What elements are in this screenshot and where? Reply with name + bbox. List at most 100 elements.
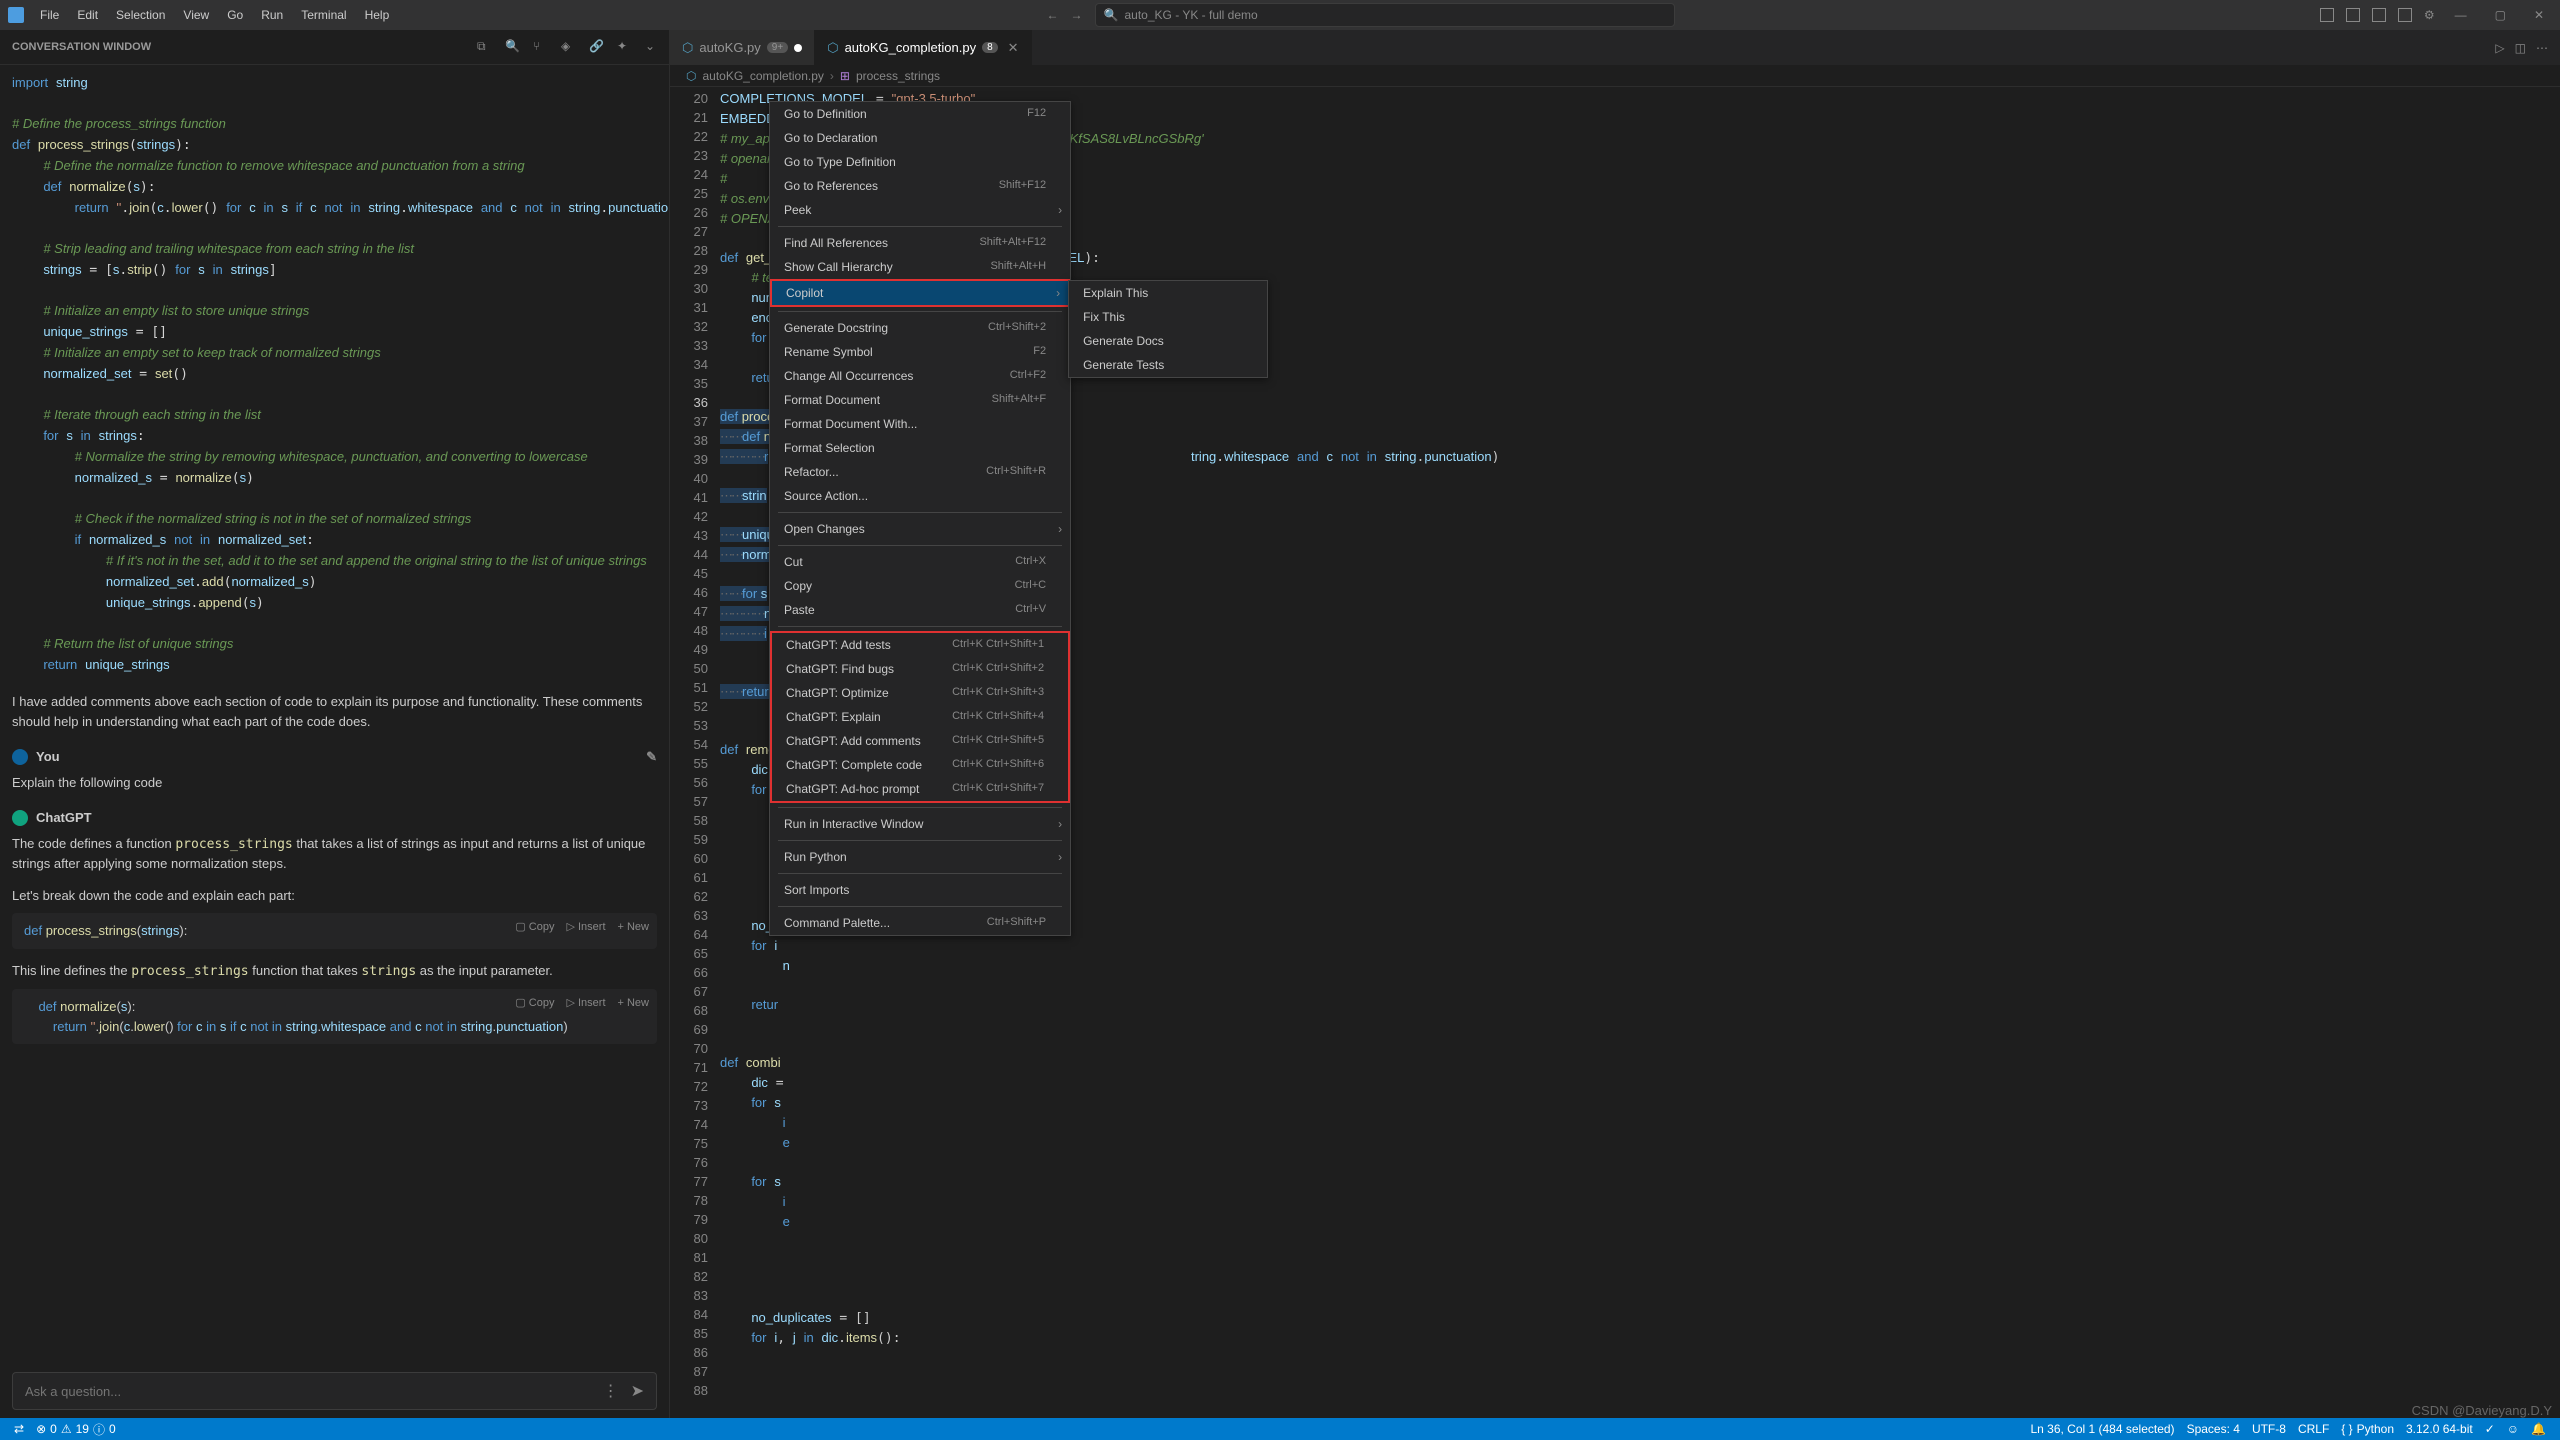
ctx-fix-this[interactable]: Fix This [1069, 305, 1267, 329]
ctx-generate-docs[interactable]: Generate Docs [1069, 329, 1267, 353]
ctx-run-interactive[interactable]: Run in Interactive Window› [770, 812, 1070, 836]
ctx-open-changes[interactable]: Open Changes› [770, 517, 1070, 541]
menu-terminal[interactable]: Terminal [293, 4, 354, 26]
ctx-chatgpt-add-comments[interactable]: ChatGPT: Add commentsCtrl+K Ctrl+Shift+5 [772, 729, 1068, 753]
copy-action[interactable]: ▢ Copy [515, 995, 554, 1012]
maximize-button[interactable]: ▢ [2487, 4, 2514, 26]
ctx-go-declaration[interactable]: Go to Declaration [770, 126, 1070, 150]
copy-action[interactable]: ▢ Copy [515, 919, 554, 936]
layout-primary-sidebar-icon[interactable] [2320, 8, 2334, 22]
ctx-cut[interactable]: CutCtrl+X [770, 550, 1070, 574]
status-spaces[interactable]: Spaces: 4 [2181, 1422, 2246, 1436]
ctx-format-document-with[interactable]: Format Document With... [770, 412, 1070, 436]
breadcrumb-file[interactable]: autoKG_completion.py [702, 69, 823, 83]
menu-run[interactable]: Run [253, 4, 291, 26]
command-center[interactable]: 🔍 auto_KG - YK - full demo [1095, 3, 1675, 27]
chat-input-box[interactable]: ⋮ ➤ [12, 1372, 657, 1410]
ctx-chatgpt-adhoc-prompt[interactable]: ChatGPT: Ad-hoc promptCtrl+K Ctrl+Shift+… [772, 777, 1068, 801]
code-display-block: import string # Define the process_strin… [12, 73, 657, 676]
ctx-go-definition[interactable]: Go to DefinitionF12 [770, 102, 1070, 126]
chatgpt-avatar-icon [12, 810, 28, 826]
split-editor-icon[interactable]: ◫ [2515, 41, 2526, 55]
nav-forward[interactable]: → [1067, 6, 1087, 24]
ctx-run-python[interactable]: Run Python› [770, 845, 1070, 869]
ctx-chatgpt-complete-code[interactable]: ChatGPT: Complete codeCtrl+K Ctrl+Shift+… [772, 753, 1068, 777]
ctx-command-palette[interactable]: Command Palette...Ctrl+Shift+P [770, 911, 1070, 935]
status-eol[interactable]: CRLF [2292, 1422, 2335, 1436]
status-prettier[interactable]: ✓ [2479, 1422, 2501, 1436]
ctx-format-selection[interactable]: Format Selection [770, 436, 1070, 460]
copy-icon[interactable]: ⧉ [477, 39, 493, 55]
ctx-find-all-references[interactable]: Find All ReferencesShift+Alt+F12 [770, 231, 1070, 255]
menu-selection[interactable]: Selection [108, 4, 173, 26]
status-remote[interactable]: ⇄ [8, 1422, 30, 1436]
insert-action[interactable]: ▷ Insert [566, 919, 605, 936]
more-icon[interactable]: ⌄ [645, 39, 661, 55]
ctx-rename-symbol[interactable]: Rename SymbolF2 [770, 340, 1070, 364]
input-options-icon[interactable]: ⋮ [603, 1381, 619, 1401]
ctx-go-type-definition[interactable]: Go to Type Definition [770, 150, 1070, 174]
ctx-generate-docstring[interactable]: Generate DocstringCtrl+Shift+2 [770, 316, 1070, 340]
ctx-chatgpt-add-tests[interactable]: ChatGPT: Add testsCtrl+K Ctrl+Shift+1 [772, 633, 1068, 657]
layout-secondary-sidebar-icon[interactable] [2372, 8, 2386, 22]
ctx-show-call-hierarchy[interactable]: Show Call HierarchyShift+Alt+H [770, 255, 1070, 279]
settings-gear-icon[interactable]: ⚙ [2424, 8, 2435, 22]
ctx-copy[interactable]: CopyCtrl+C [770, 574, 1070, 598]
link-icon[interactable]: 🔗 [589, 39, 605, 55]
status-language[interactable]: { } Python [2335, 1422, 2400, 1436]
ctx-go-references[interactable]: Go to ReferencesShift+F12 [770, 174, 1070, 198]
menu-view[interactable]: View [175, 4, 217, 26]
ctx-change-all-occurrences[interactable]: Change All OccurrencesCtrl+F2 [770, 364, 1070, 388]
minimize-button[interactable]: — [2447, 4, 2475, 26]
search-icon[interactable]: 🔍 [505, 39, 521, 55]
ctx-sort-imports[interactable]: Sort Imports [770, 878, 1070, 902]
ctx-explain-this[interactable]: Explain This [1069, 281, 1267, 305]
customize-layout-icon[interactable] [2398, 8, 2412, 22]
run-icon[interactable]: ▷ [2495, 41, 2504, 55]
tab-badge: 9+ [767, 42, 788, 53]
ctx-chatgpt-optimize[interactable]: ChatGPT: OptimizeCtrl+K Ctrl+Shift+3 [772, 681, 1068, 705]
menu-go[interactable]: Go [219, 4, 251, 26]
sparkle-icon[interactable]: ✦ [617, 39, 633, 55]
close-tab-icon[interactable]: ✕ [1008, 40, 1019, 56]
tab-autokg-completion[interactable]: ⬡ autoKG_completion.py 8 ✕ [815, 30, 1031, 65]
menu-edit[interactable]: Edit [69, 4, 106, 26]
menu-file[interactable]: File [32, 4, 67, 26]
status-problems[interactable]: ⊗0 ⚠19 ⓘ0 [30, 1421, 122, 1438]
ctx-refactor[interactable]: Refactor...Ctrl+Shift+R [770, 460, 1070, 484]
network-icon[interactable]: ◈ [561, 39, 577, 55]
breadcrumb-symbol[interactable]: process_strings [856, 69, 940, 83]
ctx-paste[interactable]: PasteCtrl+V [770, 598, 1070, 622]
conversation-window[interactable]: import string # Define the process_strin… [0, 65, 669, 1364]
chat-input[interactable] [25, 1384, 603, 1399]
ctx-chatgpt-find-bugs[interactable]: ChatGPT: Find bugsCtrl+K Ctrl+Shift+2 [772, 657, 1068, 681]
ctx-copilot[interactable]: Copilot› Explain This Fix This Generate … [770, 279, 1070, 307]
ctx-chatgpt-explain[interactable]: ChatGPT: ExplainCtrl+K Ctrl+Shift+4 [772, 705, 1068, 729]
status-interpreter[interactable]: 3.12.0 64-bit [2400, 1422, 2479, 1436]
ctx-source-action[interactable]: Source Action... [770, 484, 1070, 508]
nav-back[interactable]: ← [1043, 6, 1063, 24]
tab-autokg[interactable]: ⬡ autoKG.py 9+ [670, 30, 815, 65]
app-logo [8, 7, 24, 23]
status-feedback[interactable]: ☺ [2501, 1422, 2525, 1436]
status-position[interactable]: Ln 36, Col 1 (484 selected) [2024, 1422, 2180, 1436]
more-actions-icon[interactable]: ⋯ [2536, 41, 2548, 55]
new-action[interactable]: + New [618, 919, 650, 936]
send-icon[interactable]: ➤ [631, 1381, 644, 1401]
ctx-peek[interactable]: Peek› [770, 198, 1070, 222]
insert-action[interactable]: ▷ Insert [566, 995, 605, 1012]
line-defines-text: This line defines the process_strings fu… [12, 961, 657, 982]
close-button[interactable]: ✕ [2526, 4, 2552, 26]
ctx-format-document[interactable]: Format DocumentShift+Alt+F [770, 388, 1070, 412]
new-action[interactable]: + New [618, 995, 650, 1012]
menu-help[interactable]: Help [357, 4, 398, 26]
ctx-generate-tests[interactable]: Generate Tests [1069, 353, 1267, 377]
code-editor[interactable]: 2021222324252627282930313233343536373839… [670, 87, 2560, 1418]
status-encoding[interactable]: UTF-8 [2246, 1422, 2292, 1436]
edit-icon[interactable]: ✎ [646, 747, 657, 767]
branch-icon[interactable]: ⑂ [533, 39, 549, 55]
layout-panel-icon[interactable] [2346, 8, 2360, 22]
status-notifications[interactable]: 🔔 [2525, 1422, 2552, 1436]
gpt-intro: The code defines a function process_stri… [12, 834, 657, 874]
search-icon: 🔍 [1104, 8, 1119, 22]
